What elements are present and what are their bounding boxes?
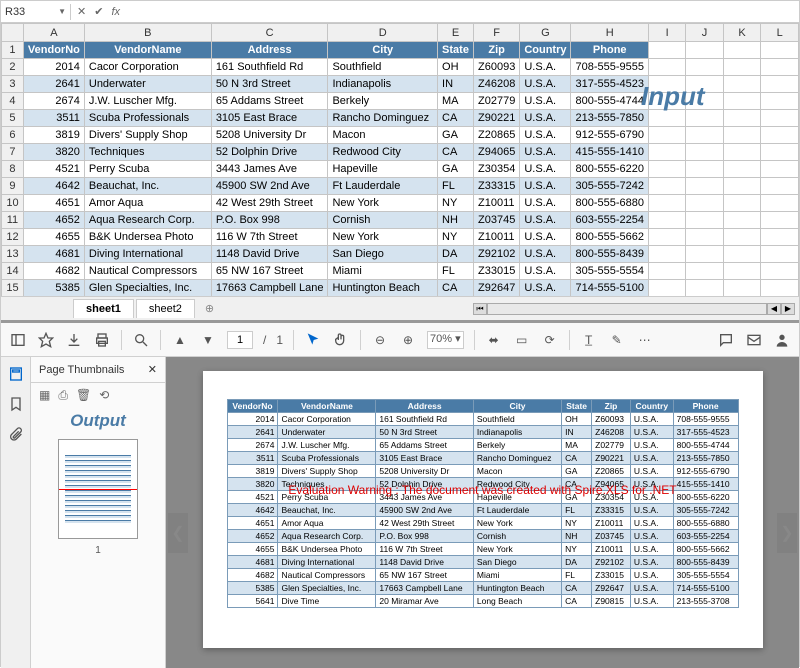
chevron-down-icon[interactable]: ▼	[58, 7, 66, 16]
fit-width-icon[interactable]: ⬌	[485, 331, 503, 349]
annotate-icon[interactable]: ✎	[608, 331, 626, 349]
spreadsheet-grid[interactable]: ABCDEFGHIJKL1VendorNoVendorNameAddressCi…	[1, 23, 799, 296]
page-input[interactable]	[227, 331, 253, 349]
confirm-icon[interactable]: ✔	[94, 5, 103, 18]
pdf-sidebar	[1, 357, 31, 668]
input-label: Input	[641, 81, 705, 112]
search-icon[interactable]	[132, 331, 150, 349]
star-icon[interactable]	[37, 331, 55, 349]
rotate-icon[interactable]: ⟳	[541, 331, 559, 349]
user-icon[interactable]	[773, 331, 791, 349]
attachment-icon[interactable]	[7, 425, 25, 443]
page-down-icon[interactable]: ▼	[199, 331, 217, 349]
thumbnails-panel: Page Thumbnails ✕ ▦ ⎙ 🗑 ⟲ Output 1	[31, 357, 166, 668]
thumb-print-icon[interactable]: ⎙	[58, 388, 68, 403]
print-icon[interactable]	[93, 331, 111, 349]
thumbnails-icon[interactable]	[7, 365, 25, 383]
download-icon[interactable]	[65, 331, 83, 349]
tab-sheet2[interactable]: sheet2	[136, 299, 195, 318]
scroll-left-icon[interactable]: ◀	[767, 303, 781, 315]
share-icon[interactable]	[745, 331, 763, 349]
scroll-right-icon[interactable]: ▶	[781, 303, 795, 315]
fit-page-icon[interactable]: ▭	[513, 331, 531, 349]
thumbnail-page[interactable]	[58, 439, 138, 539]
thumb-menu-icon[interactable]: ▦	[39, 388, 50, 402]
thumbnail-number: 1	[31, 543, 165, 556]
cell-reference: R33	[5, 6, 25, 18]
zoom-select[interactable]: 70% ▾	[427, 331, 464, 349]
thumb-rotate-icon[interactable]: ⟲	[99, 388, 109, 402]
thumbnails-title: Page Thumbnails	[39, 364, 124, 376]
more-icon[interactable]: ⋯	[636, 331, 654, 349]
formula-bar: R33 ▼ ✕ ✔ fx	[1, 1, 799, 23]
pdf-view[interactable]: ❮ ❯ VendorNoVendorNameAddressCityStateZi…	[166, 357, 799, 668]
pdf-table: VendorNoVendorNameAddressCityStateZipCou…	[227, 399, 739, 608]
add-sheet-button[interactable]: ⊕	[197, 299, 222, 318]
cancel-icon[interactable]: ✕	[77, 5, 86, 18]
page-sep: /	[263, 333, 266, 347]
grid-area[interactable]: ABCDEFGHIJKL1VendorNoVendorNameAddressCi…	[1, 23, 799, 296]
spreadsheet-pane: R33 ▼ ✕ ✔ fx ABCDEFGHIJKL1VendorNoVendor…	[1, 1, 799, 323]
comment-icon[interactable]	[717, 331, 735, 349]
prev-page-arrow[interactable]: ❮	[168, 513, 188, 553]
output-label: Output	[31, 407, 165, 435]
pdf-viewer-pane: ▲ ▼ / 1 ⊖ ⊕ 70% ▾ ⬌ ▭ ⟳ T̲ ✎ ⋯ Page Thum	[1, 323, 799, 668]
thumb-delete-icon[interactable]: 🗑	[76, 388, 91, 402]
h-scrollbar[interactable]: ⏮ ◀ ▶	[222, 303, 799, 315]
scroll-first-icon[interactable]: ⏮	[473, 303, 487, 315]
page-up-icon[interactable]: ▲	[171, 331, 189, 349]
sidebar-toggle-icon[interactable]	[9, 331, 27, 349]
next-page-arrow[interactable]: ❯	[777, 513, 797, 553]
tab-sheet1[interactable]: sheet1	[73, 299, 134, 318]
pdf-page: VendorNoVendorNameAddressCityStateZipCou…	[203, 371, 763, 648]
pdf-toolbar: ▲ ▼ / 1 ⊖ ⊕ 70% ▾ ⬌ ▭ ⟳ T̲ ✎ ⋯	[1, 323, 799, 357]
pointer-icon[interactable]	[304, 331, 322, 349]
bookmark-icon[interactable]	[7, 395, 25, 413]
zoom-in-icon[interactable]: ⊕	[399, 331, 417, 349]
zoom-out-icon[interactable]: ⊖	[371, 331, 389, 349]
sheet-tabs: sheet1 sheet2 ⊕ ⏮ ◀ ▶	[1, 296, 799, 320]
page-total: 1	[276, 333, 283, 347]
fx-icon[interactable]: fx	[111, 6, 120, 18]
name-box[interactable]: R33 ▼	[1, 4, 71, 20]
close-icon[interactable]: ✕	[148, 363, 157, 376]
text-select-icon[interactable]: T̲	[580, 331, 598, 349]
hand-icon[interactable]	[332, 331, 350, 349]
